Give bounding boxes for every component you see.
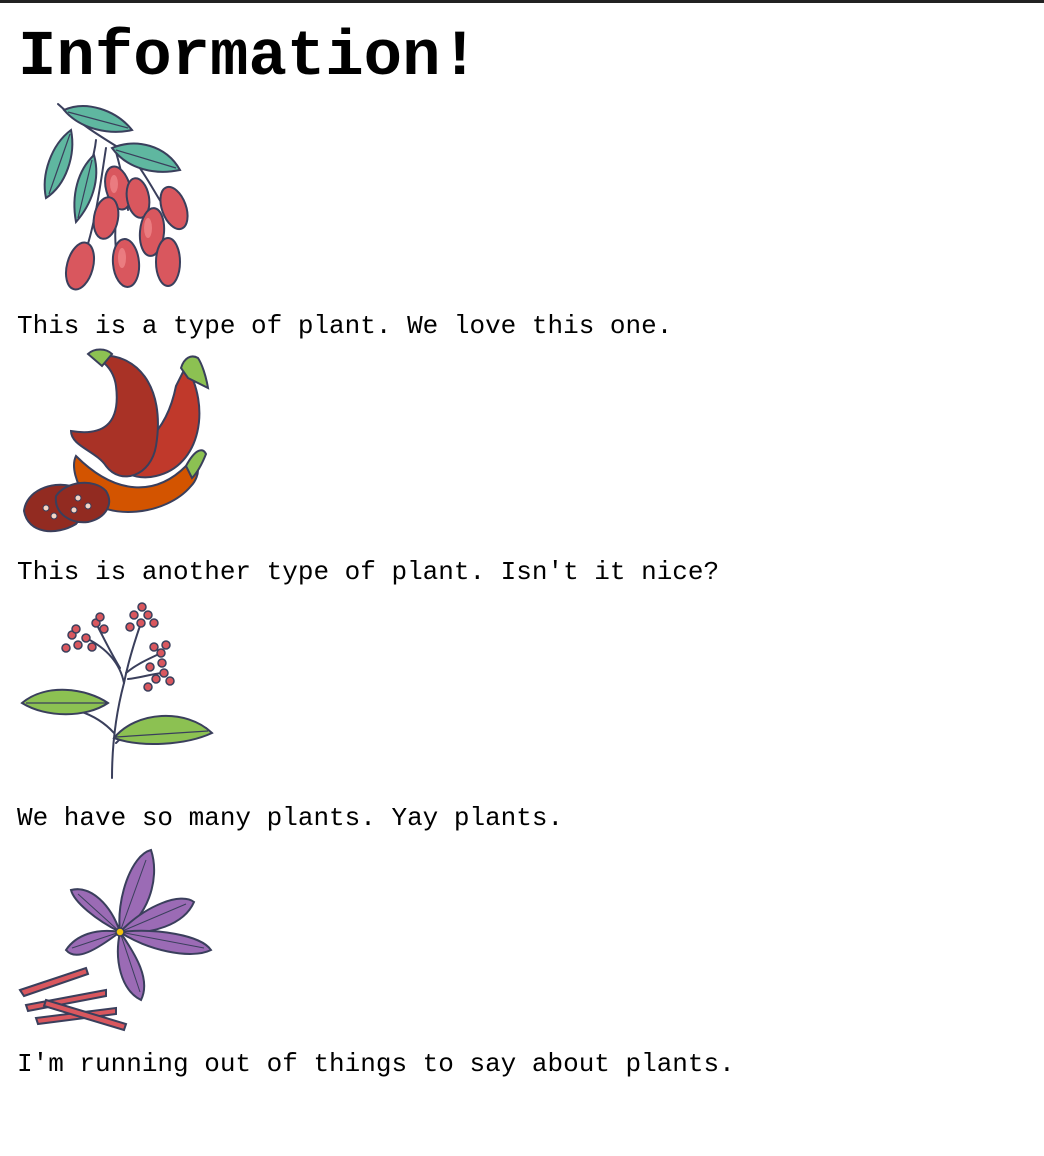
plant-caption: We have so many plants. Yay plants. [17, 803, 564, 833]
plant-caption: This is a type of plant. We love this on… [17, 311, 673, 341]
plant-caption: This is another type of plant. Isn't it … [17, 557, 720, 587]
saffron-flower-icon [18, 848, 213, 1032]
goji-berries-icon [43, 103, 189, 291]
berry-branch-icon [20, 602, 214, 779]
chili-peppers-icon [22, 348, 210, 533]
plant-caption: I'm running out of things to say about p… [17, 1049, 735, 1079]
top-rule [0, 0, 1044, 3]
page-title: Information! [18, 22, 479, 94]
